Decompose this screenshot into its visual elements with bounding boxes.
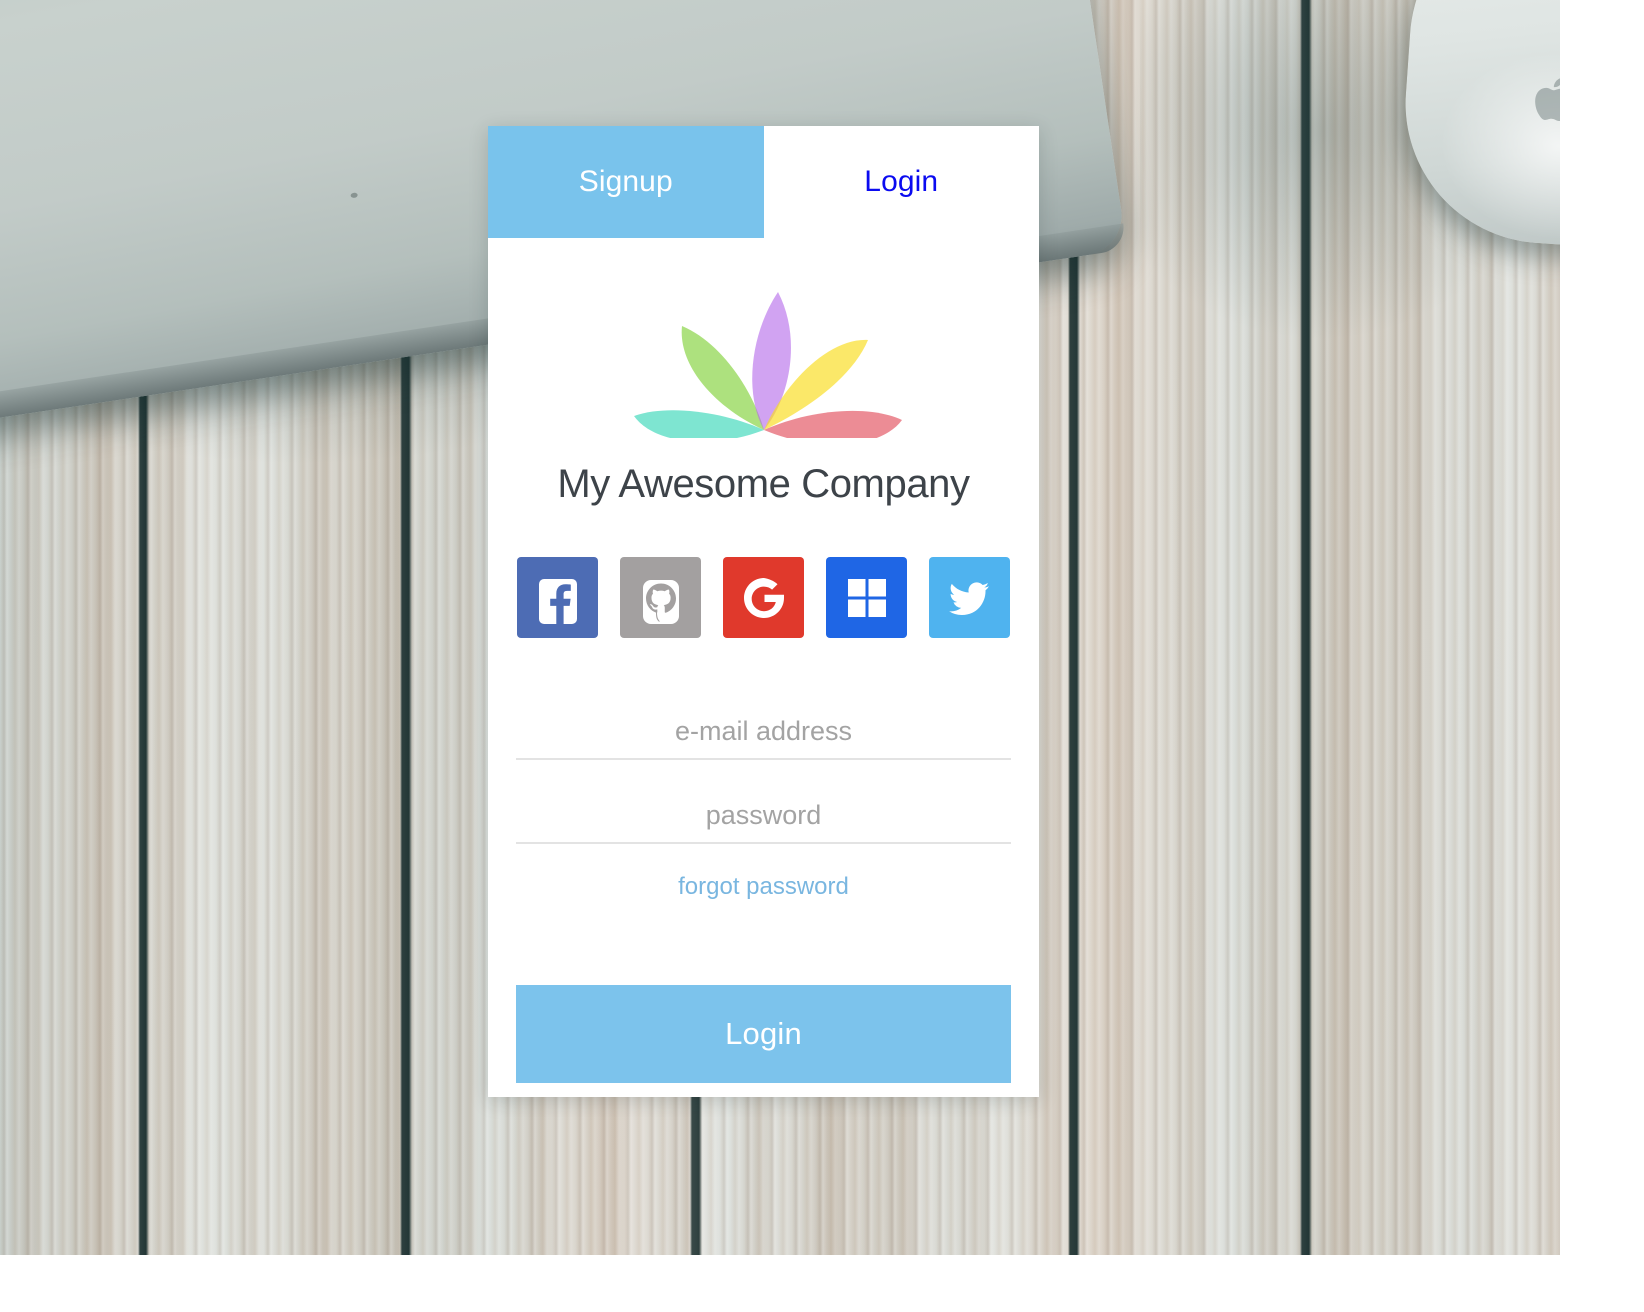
apple-logo-icon xyxy=(1535,77,1560,121)
social-login-row xyxy=(488,557,1039,638)
company-name: My Awesome Company xyxy=(557,462,970,506)
twitter-icon xyxy=(948,581,989,615)
tab-login[interactable]: Login xyxy=(763,126,1039,238)
auth-tabs: Signup Login xyxy=(488,126,1039,238)
social-login-microsoft[interactable] xyxy=(826,557,907,638)
tab-signup[interactable]: Signup xyxy=(488,126,764,238)
laptop-speck xyxy=(350,192,358,199)
microsoft-icon xyxy=(847,578,886,617)
facebook-icon xyxy=(538,578,577,624)
login-submit-button[interactable]: Login xyxy=(516,985,1011,1083)
google-icon xyxy=(743,577,784,618)
login-card: Signup Login My Awesome Company e-mail a… xyxy=(488,126,1039,1097)
lotus-flower-logo xyxy=(633,292,902,438)
logo-container xyxy=(488,280,1039,438)
social-login-google[interactable] xyxy=(723,557,804,638)
social-login-twitter[interactable] xyxy=(929,557,1010,638)
forgot-password-link[interactable]: forgot password xyxy=(516,873,1011,901)
github-icon xyxy=(642,579,679,624)
email-field[interactable] xyxy=(516,704,1011,760)
social-login-facebook[interactable] xyxy=(517,557,598,638)
social-login-github[interactable] xyxy=(620,557,701,638)
password-field[interactable] xyxy=(516,788,1011,844)
login-form: forgot password xyxy=(516,704,1011,901)
